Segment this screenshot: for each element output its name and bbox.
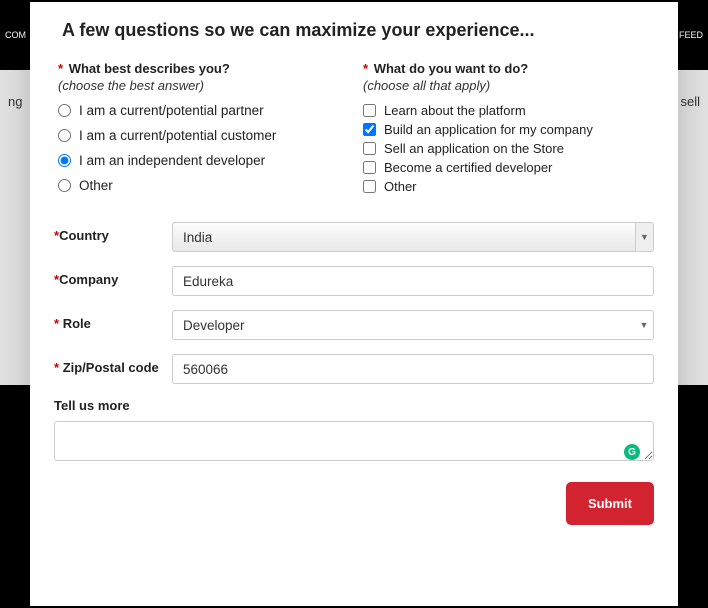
question-want-to-do: * What do you want to do? (choose all th…: [359, 61, 654, 194]
radio-other-label: Other: [79, 178, 113, 193]
question-describe-you: * What best describes you? (choose the b…: [54, 61, 349, 194]
bg-header-right: FEED: [679, 30, 703, 40]
radio-developer-label: I am an independent developer: [79, 153, 265, 168]
check-learn-platform[interactable]: [363, 104, 376, 117]
check-other[interactable]: [363, 180, 376, 193]
country-select[interactable]: India: [172, 222, 654, 252]
zip-input[interactable]: [172, 354, 654, 384]
radio-customer-label: I am a current/potential customer: [79, 128, 276, 143]
bg-header-left: COM: [5, 30, 26, 40]
check-certified-label: Become a certified developer: [384, 160, 552, 175]
radio-customer[interactable]: [58, 129, 71, 142]
check-sell-app[interactable]: [363, 142, 376, 155]
check-certified[interactable]: [363, 161, 376, 174]
check-build-app[interactable]: [363, 123, 376, 136]
company-input[interactable]: [172, 266, 654, 296]
check-sell-label: Sell an application on the Store: [384, 141, 564, 156]
check-learn-label: Learn about the platform: [384, 103, 526, 118]
radio-partner[interactable]: [58, 104, 71, 117]
modal-title: A few questions so we can maximize your …: [54, 20, 654, 41]
role-select[interactable]: Developer: [172, 310, 654, 340]
onboarding-modal: A few questions so we can maximize your …: [30, 2, 678, 606]
grammarly-icon[interactable]: G: [624, 444, 640, 460]
check-other-label: Other: [384, 179, 417, 194]
radio-other[interactable]: [58, 179, 71, 192]
submit-button[interactable]: Submit: [566, 482, 654, 525]
tell-more-label: Tell us more: [54, 398, 654, 413]
tell-more-textarea[interactable]: [54, 421, 654, 461]
radio-developer[interactable]: [58, 154, 71, 167]
radio-partner-label: I am a current/potential partner: [79, 103, 264, 118]
check-build-label: Build an application for my company: [384, 122, 593, 137]
